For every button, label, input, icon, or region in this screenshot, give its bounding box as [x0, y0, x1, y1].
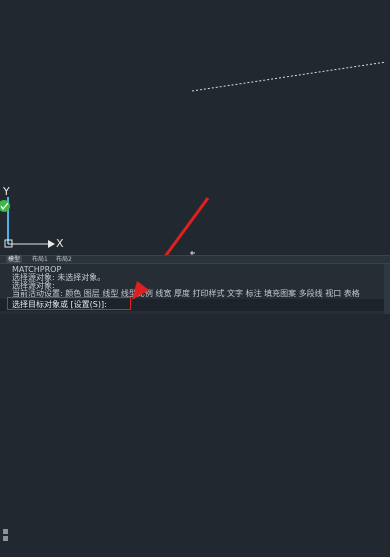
settings-icon[interactable] [3, 536, 8, 541]
ucs-icon [0, 197, 55, 248]
command-window-handle[interactable] [2, 527, 9, 557]
dashed-line-entity[interactable] [191, 61, 387, 92]
close-icon[interactable] [3, 529, 8, 534]
ucs-x-label: X [56, 237, 64, 250]
command-scrollbar[interactable] [384, 264, 390, 314]
drawing-canvas[interactable]: Y X [0, 0, 390, 255]
command-prompt[interactable]: 选择目标对象或 [设置(S)]: [12, 300, 107, 309]
arrow-annotation [164, 197, 210, 255]
ucs-y-label: Y [3, 185, 10, 198]
canvas-graphics [0, 61, 387, 255]
